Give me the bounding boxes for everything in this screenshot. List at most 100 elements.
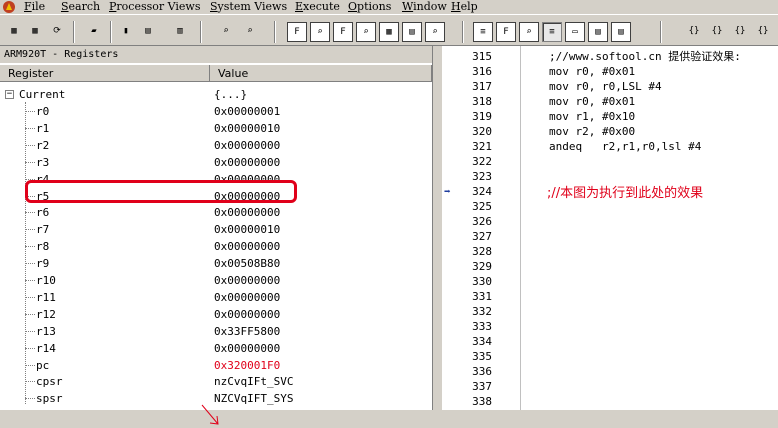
register-row-r7[interactable]: r7 0x00000010	[0, 221, 432, 238]
reload-image-icon[interactable]: ▤	[138, 22, 158, 42]
find-replace-icon[interactable]: ⌕	[240, 22, 260, 42]
register-value[interactable]: 0x00000000	[214, 289, 280, 306]
register-value[interactable]: nzCvqIFt_SVC	[214, 373, 293, 390]
reload-icon[interactable]: ⟳	[47, 22, 67, 42]
register-row-r12[interactable]: r12 0x00000000	[0, 306, 432, 323]
code-line[interactable]: mov r1, #0x10	[549, 109, 635, 124]
tree-root-current[interactable]: Current	[19, 86, 65, 103]
tree-connector	[25, 144, 35, 146]
step-out-icon[interactable]: {}	[730, 22, 750, 42]
search-green-icon[interactable]: ⌕	[310, 22, 330, 42]
memory-icon[interactable]: ▦	[379, 22, 399, 42]
register-value[interactable]: 0x33FF5800	[214, 323, 280, 340]
register-row-r10[interactable]: r10 0x00000000	[0, 272, 432, 289]
register-row-cpsr[interactable]: cpsr nzCvqIFt_SVC	[0, 373, 432, 390]
line-number: 336	[472, 365, 492, 378]
connect-icon[interactable]: ▦	[4, 22, 24, 42]
menu-file[interactable]: File	[24, 0, 45, 14]
disconnect-icon[interactable]: ▦	[25, 22, 45, 42]
register-value[interactable]: 0x00508B80	[214, 255, 280, 272]
line-number: 319	[472, 110, 492, 123]
register-value[interactable]: 0x00000010	[214, 120, 280, 137]
pane-splitter[interactable]	[432, 46, 442, 410]
tree-connector	[25, 330, 35, 332]
format-f3-icon[interactable]: F	[496, 22, 516, 42]
register-name: r0	[36, 105, 50, 118]
line-number: 337	[472, 380, 492, 393]
register-row-r3[interactable]: r3 0x00000000	[0, 154, 432, 171]
tree-connector	[25, 263, 35, 265]
run-to-cursor-icon[interactable]: {}	[753, 22, 773, 42]
register-value[interactable]: 0x00000000	[214, 204, 280, 221]
format-f-icon[interactable]: F	[287, 22, 307, 42]
menu-processor-views[interactable]: Processor Views	[109, 0, 200, 14]
register-row-r0[interactable]: r0 0x00000001	[0, 103, 432, 120]
menu-search[interactable]: Search	[61, 0, 100, 14]
column-register[interactable]: Register	[0, 65, 210, 82]
source-view-icon[interactable]: ≡	[473, 22, 493, 42]
register-value[interactable]: 0x320001F0	[214, 357, 280, 374]
line-number: 316	[472, 65, 492, 78]
collapse-icon[interactable]: −	[5, 90, 14, 99]
code-line[interactable]: mov r2, #0x00	[549, 124, 635, 139]
save-icon[interactable]: ▥	[170, 22, 190, 42]
register-row-r14[interactable]: r14 0x00000000	[0, 340, 432, 357]
open-folder-icon[interactable]: ▰	[84, 22, 104, 42]
step-into-icon[interactable]: {}	[684, 22, 704, 42]
disassembly-icon[interactable]: ≡	[542, 22, 562, 42]
register-value[interactable]: 0x00000001	[214, 103, 280, 120]
register-row-r13[interactable]: r13 0x33FF5800	[0, 323, 432, 340]
register-value[interactable]: 0x00000000	[214, 238, 280, 255]
toolbar: ▦ ▦ ⟳ ▰ ▮ ▤ ▥ ⌕ ⌕ F ⌕ F ⌕ ▦ ▤ ⌕ ≡ F ⌕ ≡ …	[0, 14, 778, 46]
step-over-icon[interactable]: {}	[707, 22, 727, 42]
watch-icon[interactable]: ⌕	[519, 22, 539, 42]
format-f2-icon[interactable]: F	[333, 22, 353, 42]
register-value[interactable]: 0x00000010	[214, 221, 280, 238]
line-number: 332	[472, 305, 492, 318]
find-icon[interactable]: ⌕	[216, 22, 236, 42]
menu-execute[interactable]: Execute	[295, 0, 340, 14]
registers-icon[interactable]: ▤	[588, 22, 608, 42]
registers-pane: ARM920T - Registers Register Value − Cur…	[0, 46, 432, 425]
line-number: 325	[472, 200, 492, 213]
line-number: 324	[472, 185, 492, 198]
column-value[interactable]: Value	[210, 65, 432, 82]
code-line[interactable]: mov r0, #0x01	[549, 94, 635, 109]
register-row-r1[interactable]: r1 0x00000010	[0, 120, 432, 137]
register-value[interactable]: 0x00000000	[214, 306, 280, 323]
register-row-r6[interactable]: r6 0x00000000	[0, 204, 432, 221]
app-icon[interactable]	[2, 0, 18, 14]
register-value[interactable]: 0x00000000	[214, 154, 280, 171]
register-name: r3	[36, 155, 50, 169]
register-value[interactable]: 0x00000000	[214, 340, 280, 357]
line-number: 321	[472, 140, 492, 153]
document-icon[interactable]: ▤	[402, 22, 422, 42]
register-name: r14	[36, 341, 56, 355]
find-text-icon[interactable]: ⌕	[425, 22, 445, 42]
search-pane-icon[interactable]: ⌕	[356, 22, 376, 42]
tree-connector	[25, 296, 35, 298]
register-value[interactable]: 0x00000000	[214, 137, 280, 154]
menu-help[interactable]: Help	[451, 0, 478, 14]
menu-options[interactable]: Options	[348, 0, 391, 14]
register-row-pc[interactable]: pc 0x320001F0	[0, 357, 432, 374]
code-line[interactable]: ;//www.softool.cn 提供验证效果:	[549, 49, 741, 64]
console-icon[interactable]: ▭	[565, 22, 585, 42]
menu-window[interactable]: Window	[402, 0, 447, 14]
register-name: r7	[36, 223, 50, 237]
register-row-r9[interactable]: r9 0x00508B80	[0, 255, 432, 272]
register-value[interactable]: NZCVqIFT_SYS	[214, 390, 293, 407]
menu-system-views[interactable]: System Views	[210, 0, 287, 14]
code-line[interactable]: mov r0, #0x01	[549, 64, 635, 79]
code-line[interactable]: mov r0, r0,LSL #4	[549, 79, 662, 94]
memory-view-icon[interactable]: ▤	[611, 22, 631, 42]
line-number: 331	[472, 290, 492, 303]
register-name: r6	[36, 206, 50, 220]
register-row-r2[interactable]: r2 0x00000000	[0, 137, 432, 154]
register-value[interactable]: 0x00000000	[214, 272, 280, 289]
load-image-icon[interactable]: ▮	[116, 22, 136, 42]
register-row-r11[interactable]: r11 0x00000000	[0, 289, 432, 306]
code-line[interactable]: andeq r2,r1,r0,lsl #4	[549, 139, 701, 154]
register-name: r12	[36, 307, 56, 321]
register-row-r8[interactable]: r8 0x00000000	[0, 238, 432, 255]
